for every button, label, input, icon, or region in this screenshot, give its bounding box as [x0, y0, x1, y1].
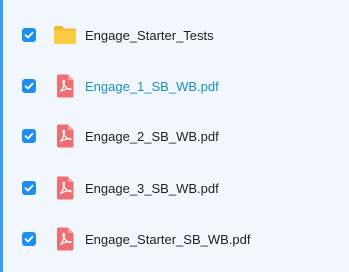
- checkbox-checked[interactable]: [22, 232, 36, 246]
- checkbox-checked[interactable]: [22, 79, 36, 93]
- file-list-panel: Engage_Starter_Tests Engage_1_SB_WB.pdf: [0, 0, 349, 272]
- file-row-folder[interactable]: Engage_Starter_Tests: [0, 9, 349, 61]
- checkbox-checked[interactable]: [22, 28, 36, 42]
- pdf-icon: [53, 74, 77, 98]
- file-row-pdf[interactable]: Engage_Starter_SB_WB.pdf: [0, 213, 349, 265]
- pdf-icon: [53, 227, 77, 251]
- file-row-pdf[interactable]: Engage_3_SB_WB.pdf: [0, 162, 349, 214]
- checkbox-checked[interactable]: [22, 181, 36, 195]
- pdf-icon: [53, 176, 77, 200]
- checkbox-checked[interactable]: [22, 129, 36, 143]
- file-name: Engage_Starter_SB_WB.pdf: [85, 231, 251, 247]
- file-name: Engage_2_SB_WB.pdf: [85, 128, 219, 144]
- file-name: Engage_1_SB_WB.pdf: [85, 78, 219, 94]
- pdf-icon: [53, 124, 77, 148]
- file-name: Engage_Starter_Tests: [85, 27, 214, 43]
- file-row-pdf[interactable]: Engage_2_SB_WB.pdf: [0, 110, 349, 162]
- folder-icon: [53, 23, 77, 47]
- file-name: Engage_3_SB_WB.pdf: [85, 180, 219, 196]
- file-row-pdf[interactable]: Engage_1_SB_WB.pdf: [0, 60, 349, 112]
